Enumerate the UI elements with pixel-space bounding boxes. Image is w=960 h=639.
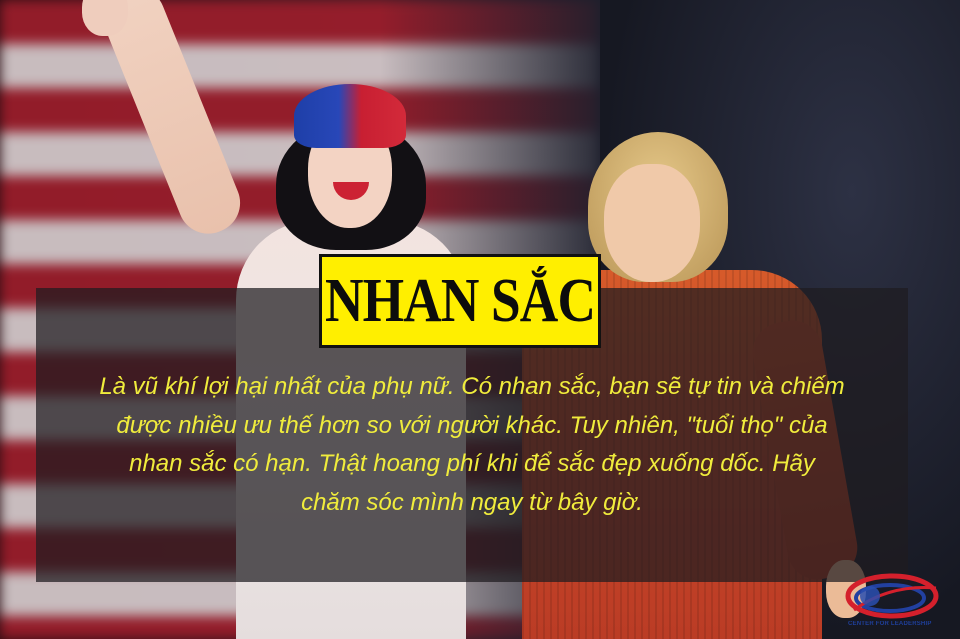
body-line: nhan sắc có hạn. Thật hoang phí khi để s… <box>129 450 815 477</box>
globe-swoosh-logo-icon <box>845 573 939 619</box>
right-woman-face <box>604 164 700 282</box>
body-line: chăm sóc mình ngay từ bây giờ. <box>301 488 643 516</box>
left-woman-headwrap <box>294 84 406 148</box>
body-paragraph: Là vũ khí lợi hại nhất của phụ nữ. Có nh… <box>40 368 904 522</box>
logo-text: CENTER FOR LEADERSHIP <box>848 621 932 627</box>
headline-box: NHAN SẮC <box>319 254 601 348</box>
body-line: Là vũ khí lợi hại nhất của phụ nữ. Có nh… <box>99 373 845 400</box>
headline: NHAN SẮC <box>324 267 596 335</box>
body-line: được nhiều ưu thế hơn so với người khác.… <box>116 411 828 439</box>
